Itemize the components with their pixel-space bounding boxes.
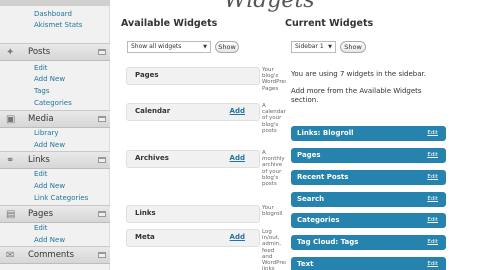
sidebar-section-links[interactable]: ⚭ Links: [0, 151, 110, 169]
sidebar-item-media-add-new[interactable]: Add New: [34, 140, 65, 150]
sidebar-item-links-add-new[interactable]: Add New: [34, 181, 65, 191]
sidebar-item-link-categories[interactable]: Link Categories: [34, 193, 88, 203]
current-widget-search[interactable]: Search Edit: [291, 192, 446, 207]
sidebar-section-media[interactable]: ▣ Media: [0, 110, 110, 128]
sidebar-section-comments[interactable]: ✉ Comments: [0, 246, 110, 264]
expand-toggle-icon[interactable]: [98, 211, 106, 217]
widget-description: Your blog's WordPress Pages: [262, 67, 286, 92]
sidebar-section-label: Comments: [28, 250, 75, 260]
current-widget-categories[interactable]: Categories Edit: [291, 213, 446, 228]
sidebar-section-label: Media: [28, 114, 54, 124]
sidebar-section-posts[interactable]: ✦ Posts: [0, 43, 110, 61]
widget-name: Search: [297, 195, 325, 203]
links-icon: ⚭: [6, 155, 15, 166]
widget-description: Your blogroll: [262, 205, 283, 218]
sidebar-section-pages[interactable]: ▤ Pages: [0, 205, 110, 223]
sidebar-item-dashboard[interactable]: Dashboard: [34, 9, 72, 19]
widget-description: A monthly archive of your blog's posts: [262, 150, 285, 188]
current-widgets-title: Current Widgets: [285, 18, 374, 29]
available-widget-calendar: Calendar Add: [126, 103, 260, 121]
admin-sidebar: Dashboard Akismet Stats ✦ Posts Edit Add…: [0, 0, 110, 270]
widget-name: Meta: [135, 233, 155, 241]
available-widget-meta: Meta Add: [126, 229, 260, 247]
add-widget-link[interactable]: Add: [230, 233, 245, 241]
sidebar-select-value: Sidebar 1: [295, 43, 324, 50]
edit-widget-link[interactable]: Edit: [427, 238, 438, 247]
expand-toggle-icon[interactable]: [98, 157, 106, 163]
current-widget-pages[interactable]: Pages Edit: [291, 148, 446, 163]
show-filter-button[interactable]: Show: [215, 41, 239, 53]
widget-name: Recent Posts: [297, 173, 349, 181]
widget-name: Tag Cloud: Tags: [297, 238, 359, 246]
widget-name: Links: [135, 209, 156, 217]
sidebar-item-posts-edit[interactable]: Edit: [34, 63, 48, 73]
widget-description: Log in/out, admin, feed and WordPress li…: [262, 229, 286, 270]
current-widget-tag-cloud[interactable]: Tag Cloud: Tags Edit: [291, 235, 446, 250]
widget-name: Calendar: [135, 107, 171, 115]
widget-description: A calendar of your blog's posts: [262, 103, 286, 134]
comments-icon: ✉: [6, 250, 15, 261]
sidebar-section-label: Posts: [28, 47, 51, 57]
edit-widget-link[interactable]: Edit: [427, 216, 438, 225]
current-widget-links-blogroll[interactable]: Links: Blogroll Edit: [291, 126, 446, 141]
sidebar-item-posts-add-new[interactable]: Add New: [34, 74, 65, 84]
sidebar-section-label: Links: [28, 155, 50, 165]
add-more-hint: Add more from the Available Widgets sect…: [291, 87, 422, 104]
available-widget-pages[interactable]: Pages: [126, 67, 260, 85]
sidebar-select[interactable]: Sidebar 1 ▼: [291, 41, 336, 53]
widget-filter-value: Show all widgets: [131, 43, 182, 50]
available-widgets-title: Available Widgets: [121, 18, 218, 29]
widget-name: Pages: [297, 151, 321, 159]
sidebar-top-header: [0, 0, 110, 6]
widget-filter-select[interactable]: Show all widgets ▼: [127, 41, 211, 53]
show-sidebar-button[interactable]: Show: [340, 41, 366, 53]
pin-icon: ✦: [6, 47, 15, 58]
sidebar-item-posts-categories[interactable]: Categories: [34, 98, 72, 108]
widget-count-text: You are using 7 widgets in the sidebar.: [291, 70, 426, 78]
expand-toggle-icon[interactable]: [98, 252, 106, 258]
page-title: Widgets: [224, 0, 315, 13]
widget-name: Pages: [135, 71, 159, 79]
available-widget-archives: Archives Add: [126, 150, 260, 168]
edit-widget-link[interactable]: Edit: [427, 129, 438, 138]
add-widget-link[interactable]: Add: [230, 154, 245, 162]
media-icon: ▣: [6, 114, 16, 125]
edit-widget-link[interactable]: Edit: [427, 173, 438, 182]
sidebar-item-akismet-stats[interactable]: Akismet Stats: [34, 20, 82, 30]
sidebar-item-pages-add-new[interactable]: Add New: [34, 235, 65, 245]
sidebar-section-label: Pages: [28, 209, 54, 219]
sidebar-item-links-edit[interactable]: Edit: [34, 169, 48, 179]
edit-widget-link[interactable]: Edit: [427, 260, 438, 269]
widget-name: Links: Blogroll: [297, 129, 354, 137]
chevron-down-icon: ▼: [328, 44, 332, 50]
current-widget-recent-posts[interactable]: Recent Posts Edit: [291, 170, 446, 185]
widget-name: Archives: [135, 154, 169, 162]
chevron-down-icon: ▼: [203, 44, 207, 50]
available-widget-links[interactable]: Links: [126, 205, 260, 223]
edit-widget-link[interactable]: Edit: [427, 151, 438, 160]
sidebar-item-pages-edit[interactable]: Edit: [34, 223, 48, 233]
current-widget-text[interactable]: Text Edit: [291, 257, 446, 270]
expand-toggle-icon[interactable]: [98, 49, 106, 55]
sidebar-item-posts-tags[interactable]: Tags: [34, 86, 50, 96]
sidebar-item-media-library[interactable]: Library: [34, 128, 58, 138]
edit-widget-link[interactable]: Edit: [427, 195, 438, 204]
expand-toggle-icon[interactable]: [98, 116, 106, 122]
widget-name: Categories: [297, 216, 340, 224]
widget-name: Text: [297, 260, 314, 268]
pages-icon: ▤: [6, 209, 16, 220]
add-widget-link[interactable]: Add: [230, 107, 245, 115]
